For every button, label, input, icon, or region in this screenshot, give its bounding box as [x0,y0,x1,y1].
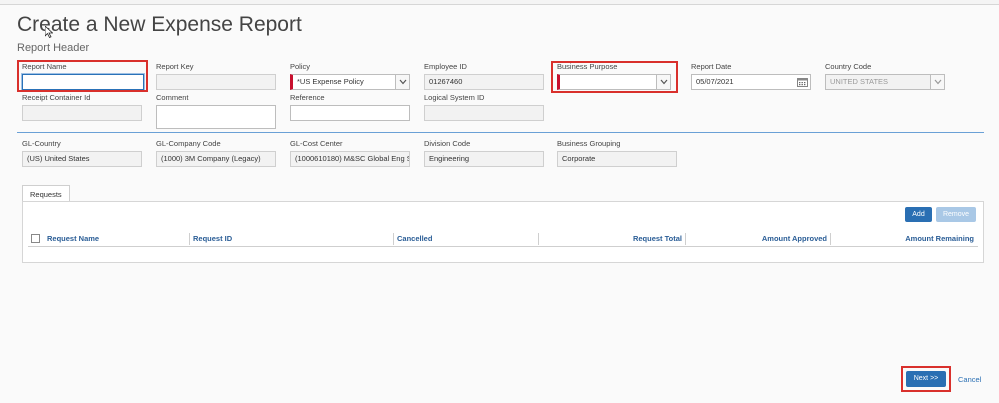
report-key-field: Report Key [156,62,276,90]
column-amount-approved[interactable]: Amount Approved [762,231,827,247]
page-title: Create a New Expense Report [17,13,302,36]
report-key-label: Report Key [156,62,194,71]
report-date-input[interactable]: 05/07/2021 [691,74,811,90]
policy-value: *US Expense Policy [297,77,364,86]
column-separator [189,233,190,245]
column-request-name[interactable]: Request Name [47,231,99,247]
comment-field: Comment [156,93,276,129]
employee-id-field: Employee ID 01267460 [424,62,544,90]
logical-system-id-field: Logical System ID [424,93,544,121]
requests-panel: Add Remove Request Name Request ID Cance… [22,201,984,263]
chevron-down-icon[interactable] [395,75,409,89]
reference-label: Reference [290,93,325,102]
gl-company-code-input[interactable]: (1000) 3M Company (Legacy) [156,151,276,167]
column-amount-remaining[interactable]: Amount Remaining [905,231,974,247]
add-request-button[interactable]: Add [905,207,932,222]
report-key-input[interactable] [156,74,276,90]
policy-select[interactable]: *US Expense Policy [290,74,410,90]
policy-label: Policy [290,62,311,71]
policy-field: Policy *US Expense Policy [290,62,410,90]
country-code-value: UNITED STATES [830,77,889,86]
division-code-label: Division Code [424,139,471,148]
receipt-container-id-input[interactable] [22,105,142,121]
column-separator [393,233,394,245]
column-separator [538,233,539,245]
logical-system-id-label: Logical System ID [424,93,485,102]
cancel-link[interactable]: Cancel [958,375,981,384]
logical-system-id-input[interactable] [424,105,544,121]
requests-table-header: Request Name Request ID Cancelled Reques… [28,231,978,247]
gl-country-field: GL-Country (US) United States [22,139,142,167]
report-date-label: Report Date [691,62,732,71]
column-cancelled[interactable]: Cancelled [397,231,432,247]
country-code-field: Country Code UNITED STATES [825,62,945,90]
report-name-highlight [17,60,148,92]
division-code-input[interactable]: Engineering [424,151,544,167]
country-code-select[interactable]: UNITED STATES [825,74,945,90]
mouse-cursor-icon [45,26,53,38]
gl-cost-center-field: GL-Cost Center (1000610180) M&SC Global … [290,139,410,167]
gl-country-input[interactable]: (US) United States [22,151,142,167]
employee-id-input[interactable]: 01267460 [424,74,544,90]
receipt-container-id-label: Receipt Container Id [22,93,91,102]
business-grouping-input[interactable]: Corporate [557,151,677,167]
gl-company-code-field: GL-Company Code (1000) 3M Company (Legac… [156,139,276,167]
reference-input[interactable] [290,105,410,121]
division-code-field: Division Code Engineering [424,139,544,167]
remove-request-button[interactable]: Remove [936,207,976,222]
select-all-checkbox[interactable] [31,234,40,243]
comment-label: Comment [156,93,189,102]
column-request-id[interactable]: Request ID [193,231,232,247]
business-purpose-highlight [551,61,678,93]
chevron-down-icon[interactable] [930,75,944,89]
comment-textarea[interactable] [156,105,276,129]
section-title-report-header: Report Header [17,42,90,54]
gl-cost-center-label: GL-Cost Center [290,139,343,148]
report-date-value: 05/07/2021 [696,77,734,86]
column-request-total[interactable]: Request Total [633,231,682,247]
next-button-highlight [901,366,951,392]
reference-field: Reference [290,93,410,121]
business-grouping-label: Business Grouping [557,139,621,148]
receipt-container-id-field: Receipt Container Id [22,93,142,121]
country-code-label: Country Code [825,62,872,71]
business-grouping-field: Business Grouping Corporate [557,139,677,167]
gl-company-code-label: GL-Company Code [156,139,221,148]
calendar-icon[interactable] [797,77,808,87]
column-separator [685,233,686,245]
gl-cost-center-input[interactable]: (1000610180) M&SC Global Eng Sy [290,151,410,167]
report-date-field: Report Date 05/07/2021 [691,62,811,90]
employee-id-label: Employee ID [424,62,467,71]
gl-country-label: GL-Country [22,139,61,148]
column-separator [830,233,831,245]
section-divider [17,132,984,133]
